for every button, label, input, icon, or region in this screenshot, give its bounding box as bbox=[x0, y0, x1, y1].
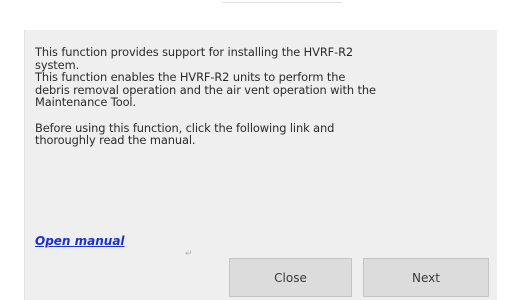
title-bar bbox=[0, 0, 509, 28]
message-line: This function enables the HVRF-R2 units … bbox=[35, 70, 346, 85]
message-line: Maintenance Tool. bbox=[35, 95, 137, 110]
dialog-window: This function provides support for insta… bbox=[0, 0, 509, 300]
dialog-message: This function provides support for insta… bbox=[35, 46, 485, 147]
title-remnant bbox=[222, 0, 342, 3]
next-button[interactable]: Next bbox=[363, 258, 489, 297]
return-mark-icon: ↵ bbox=[185, 249, 193, 259]
close-button[interactable]: Close bbox=[229, 258, 352, 297]
message-line: thoroughly read the manual. bbox=[35, 133, 196, 148]
message-line: This function provides support for insta… bbox=[35, 45, 354, 59]
open-manual-link[interactable]: Open manual bbox=[35, 234, 125, 248]
dialog-content-panel: This function provides support for insta… bbox=[24, 30, 497, 300]
